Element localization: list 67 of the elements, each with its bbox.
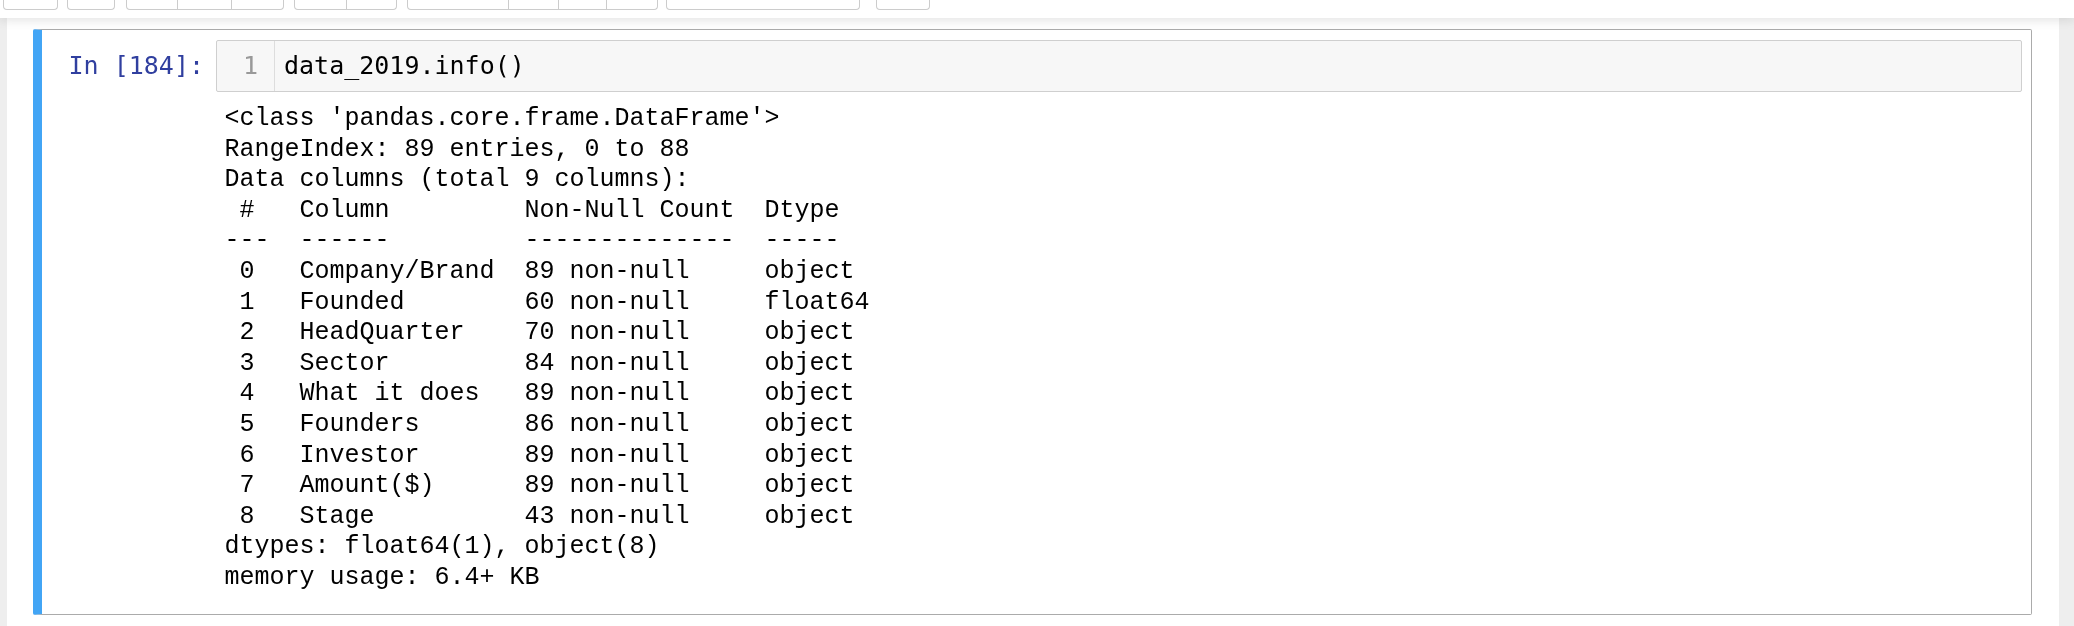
table-cell: 84 non-null	[524, 348, 690, 380]
table-cell: Founders	[299, 409, 420, 441]
code-text: data_2019.info()	[284, 51, 525, 81]
table-cell: Investor	[299, 440, 420, 472]
toolbar-button[interactable]	[606, 0, 658, 10]
table-cell: object	[764, 256, 855, 288]
table-cell: What it does	[299, 379, 480, 410]
output-line: memory usage: 6.4+ KB	[224, 562, 540, 594]
dropdown[interactable]	[666, 0, 860, 10]
toolbar-button[interactable]	[177, 0, 232, 10]
toolbar-button[interactable]	[3, 0, 58, 10]
table-cell: object	[764, 379, 855, 410]
table-cell: Amount($)	[299, 471, 435, 502]
row-index: 8	[239, 501, 255, 533]
table-cell: HeadQuarter	[299, 318, 465, 349]
table-cell: object	[764, 440, 855, 472]
toolbar-button[interactable]	[558, 0, 607, 10]
table-cell: 70 non-null	[524, 318, 690, 349]
toolbar-button[interactable]	[508, 0, 559, 10]
output-line: Data columns (total 9 columns):	[224, 165, 690, 196]
toolbar-button[interactable]	[346, 0, 397, 10]
table-cell: object	[764, 348, 855, 380]
table-cell: 43 non-null	[524, 501, 690, 533]
toolbar-button[interactable]	[876, 0, 930, 10]
row-index: 2	[239, 318, 255, 349]
column-header: Non-Null Count	[524, 195, 735, 227]
header-underline: ------	[299, 226, 390, 257]
toolbar-button[interactable]	[67, 0, 115, 10]
column-header: Column	[299, 195, 390, 227]
line-number: 1	[242, 51, 258, 81]
output-line: RangeIndex: 89 entries, 0 to 88	[224, 134, 690, 166]
header-underline: ---	[224, 226, 270, 257]
table-cell: 89 non-null	[524, 440, 690, 472]
column-header: Dtype	[764, 195, 840, 227]
output-line: dtypes: float64(1), object(8)	[224, 532, 660, 563]
table-cell: 60 non-null	[524, 287, 690, 319]
row-index: 6	[239, 440, 255, 472]
table-cell: 89 non-null	[524, 471, 690, 502]
table-cell: float64	[764, 287, 870, 319]
toolbar-button[interactable]	[126, 0, 178, 10]
table-cell: Founded	[299, 287, 405, 319]
row-index: 4	[239, 379, 255, 410]
table-cell: object	[764, 471, 855, 502]
toolbar-button[interactable]	[231, 0, 284, 10]
row-index: 0	[239, 256, 255, 288]
row-index: 7	[239, 471, 255, 502]
table-cell: object	[764, 501, 855, 533]
table-cell: object	[764, 409, 855, 441]
table-cell: Company/Brand	[299, 256, 495, 288]
header-underline: --------------	[524, 226, 735, 257]
table-cell: Stage	[299, 501, 375, 533]
table-cell: 86 non-null	[524, 409, 690, 441]
header-underline: -----	[764, 226, 840, 257]
table-cell: Sector	[299, 348, 390, 380]
toolbar-button[interactable]	[294, 0, 347, 10]
notebook-cell[interactable]	[33, 29, 2032, 615]
row-index: 3	[239, 348, 255, 380]
column-header: #	[239, 195, 255, 227]
table-cell: 89 non-null	[524, 379, 690, 410]
input-prompt: In [184]:	[68, 51, 204, 81]
code-editor[interactable]: 1 data_2019.info()	[216, 40, 2022, 92]
row-index: 5	[239, 409, 255, 441]
toolbar-button[interactable]	[407, 0, 509, 10]
table-cell: 89 non-null	[524, 256, 690, 288]
output-line: <class 'pandas.core.frame.DataFrame'>	[224, 104, 780, 135]
row-index: 1	[239, 287, 255, 319]
table-cell: object	[764, 318, 855, 349]
